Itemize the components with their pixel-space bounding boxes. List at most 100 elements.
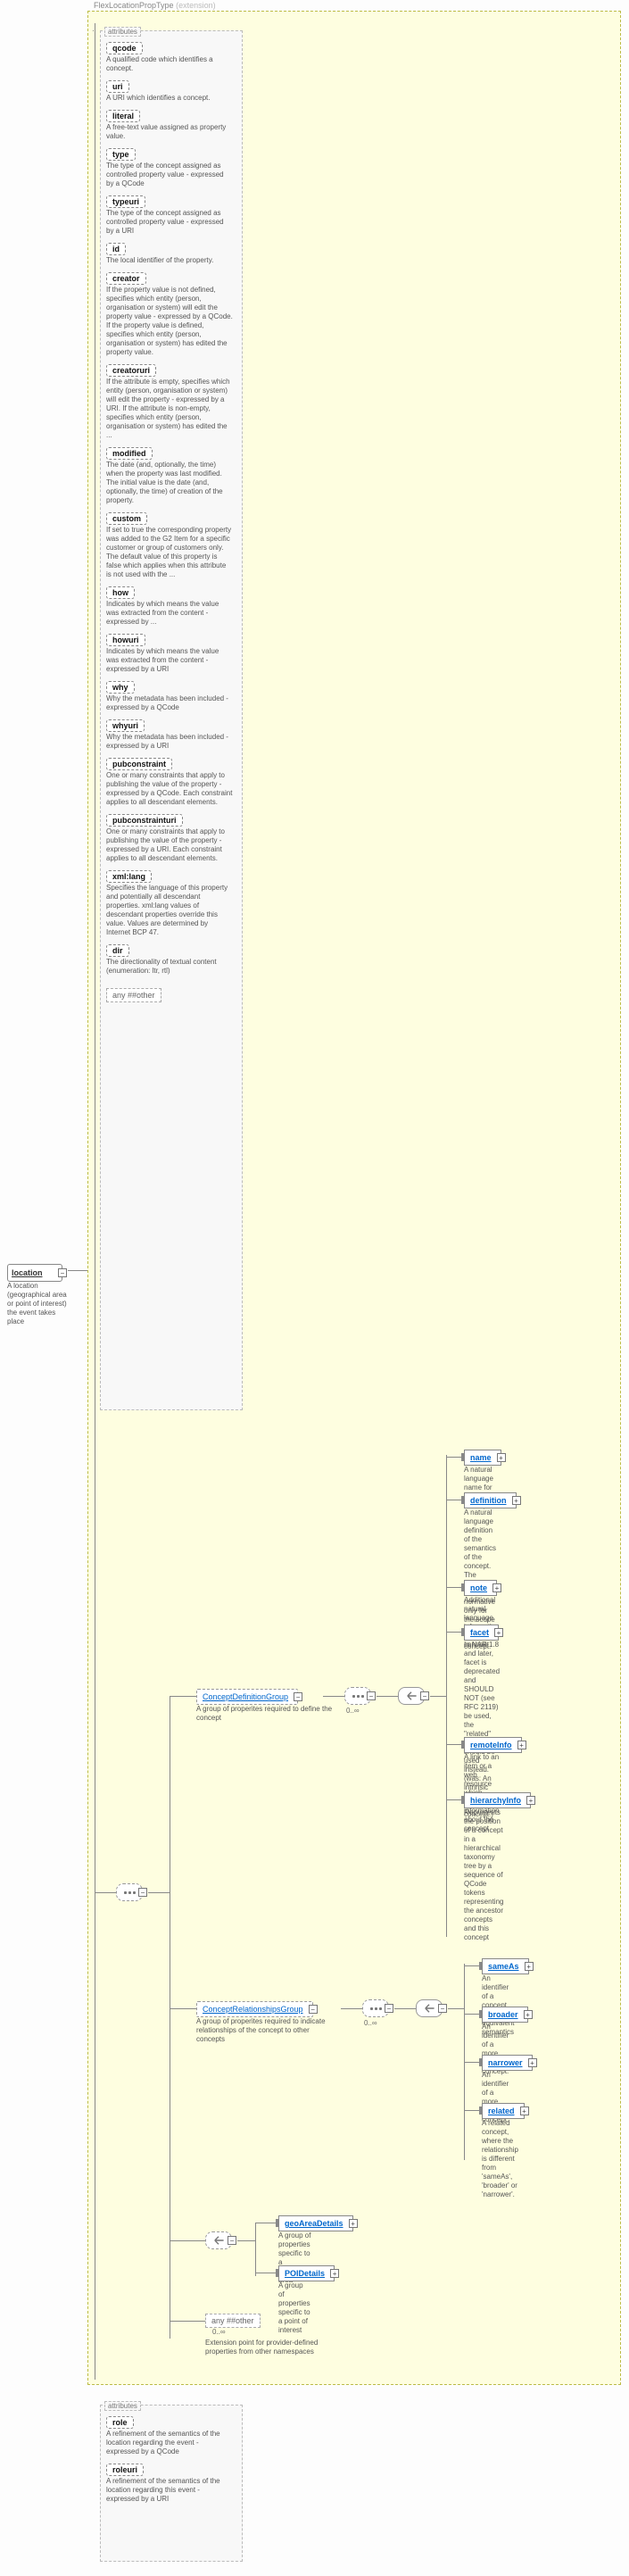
element-geoAreaDetails[interactable]: geoAreaDetails+: [278, 2215, 353, 2231]
expand-toggle[interactable]: +: [525, 1962, 534, 1971]
attribute-desc: Indicates by which means the value was e…: [106, 600, 233, 627]
root-element-location[interactable]: location −: [7, 1264, 62, 1282]
expand-toggle[interactable]: +: [512, 1496, 521, 1505]
attribute-name[interactable]: how: [106, 586, 135, 599]
expand-toggle[interactable]: +: [497, 1453, 506, 1462]
element-label: related: [488, 2107, 515, 2115]
connector: [68, 1270, 87, 1271]
attributes-header: attributes: [104, 27, 141, 37]
choice-compositor-rel[interactable]: −: [416, 1999, 443, 2017]
attributes-block-1: attributes qcodeA qualified code which i…: [100, 30, 243, 1410]
expand-toggle[interactable]: −: [367, 1691, 376, 1700]
attribute-desc: A refinement of the semantics of the loc…: [106, 2430, 233, 2456]
expand-toggle[interactable]: −: [420, 1691, 429, 1700]
connector: [170, 2321, 205, 2322]
attribute-desc: The date (and, optionally, the time) whe…: [106, 461, 233, 505]
attribute-name[interactable]: whyuri: [106, 719, 145, 732]
sequence-compositor-main[interactable]: −: [116, 1883, 143, 1901]
element-sameAs[interactable]: sameAs+: [482, 1958, 529, 1974]
connector: [93, 30, 94, 31]
expand-toggle[interactable]: +: [528, 2058, 537, 2067]
expand-toggle[interactable]: +: [526, 1796, 535, 1805]
attribute-name[interactable]: qcode: [106, 42, 143, 54]
element-label: geoAreaDetails: [285, 2219, 343, 2228]
attribute-name[interactable]: role: [106, 2416, 134, 2429]
attribute-name[interactable]: creator: [106, 272, 146, 285]
group-desc: A group of properites required to indica…: [196, 2017, 335, 2044]
attributes-block-2: attributes roleA refinement of the seman…: [100, 2405, 243, 2562]
attribute-name[interactable]: id: [106, 243, 126, 255]
attribute-name[interactable]: typeuri: [106, 195, 145, 208]
element-narrower[interactable]: narrower+: [482, 2055, 533, 2071]
attribute-name[interactable]: xml:lang: [106, 870, 152, 883]
attribute-name[interactable]: pubconstrainturi: [106, 814, 183, 827]
expand-toggle[interactable]: −: [385, 2004, 393, 2013]
element-facet[interactable]: facet+: [464, 1625, 499, 1641]
attribute-name[interactable]: uri: [106, 80, 129, 93]
expand-toggle[interactable]: +: [494, 1628, 503, 1637]
connector: [323, 1696, 344, 1697]
attribute-name[interactable]: literal: [106, 110, 140, 122]
element-label: name: [470, 1453, 492, 1462]
expand-toggle[interactable]: −: [138, 1888, 147, 1897]
expand-toggle[interactable]: −: [438, 2004, 447, 2013]
attribute-name[interactable]: why: [106, 681, 135, 694]
expand-toggle[interactable]: +: [492, 1583, 501, 1592]
connector: [170, 2240, 205, 2241]
expand-toggle[interactable]: −: [309, 2005, 318, 2014]
choice-compositor-def[interactable]: −: [398, 1687, 425, 1705]
attribute-entry: pubconstraintOne or many constraints tha…: [106, 758, 236, 807]
attribute-desc: If the attribute is empty, specifies whi…: [106, 378, 233, 440]
expand-toggle[interactable]: −: [228, 2236, 236, 2245]
group-ref-concept-definition[interactable]: ConceptDefinitionGroup −: [196, 1689, 298, 1705]
element-hierarchyInfo[interactable]: hierarchyInfo+: [464, 1792, 531, 1808]
element-definition[interactable]: definition+: [464, 1492, 517, 1508]
attribute-entry: whyWhy the metadata has been included - …: [106, 681, 236, 712]
attribute-entry: pubconstrainturiOne or many constraints …: [106, 814, 236, 863]
attribute-desc: A qualified code which identifies a conc…: [106, 55, 233, 73]
expand-toggle[interactable]: +: [517, 1741, 526, 1749]
expand-toggle[interactable]: +: [520, 2107, 529, 2115]
expand-toggle[interactable]: +: [524, 2010, 533, 2019]
element-name[interactable]: name+: [464, 1450, 501, 1466]
choice-compositor-geo[interactable]: −: [205, 2231, 232, 2249]
element-label: POIDetails: [285, 2269, 325, 2278]
element-label: note: [470, 1583, 487, 1592]
attribute-name[interactable]: howuri: [106, 634, 145, 646]
expand-toggle[interactable]: −: [58, 1268, 67, 1277]
element-desc: A related concept, where the relationshi…: [482, 2119, 518, 2199]
attribute-entry: creatorIf the property value is not defi…: [106, 272, 236, 357]
attribute-entry: literalA free-text value assigned as pro…: [106, 110, 236, 141]
element-remoteInfo[interactable]: remoteInfo+: [464, 1737, 522, 1753]
attribute-name[interactable]: modified: [106, 447, 153, 460]
attribute-name[interactable]: dir: [106, 944, 129, 957]
attribute-desc: Specifies the language of this property …: [106, 884, 233, 937]
expand-toggle[interactable]: +: [349, 2219, 358, 2228]
expand-toggle[interactable]: +: [330, 2269, 339, 2278]
connector: [377, 1696, 398, 1697]
attributes-header: attributes: [104, 2401, 141, 2411]
element-related[interactable]: related+: [482, 2103, 525, 2119]
element-POIDetails[interactable]: POIDetails+: [278, 2265, 335, 2281]
expand-toggle[interactable]: −: [294, 1692, 302, 1701]
element-tab-marker: [461, 1453, 464, 1461]
connector: [255, 2223, 256, 2276]
connector: [148, 1892, 170, 1893]
group-ref-concept-relationships[interactable]: ConceptRelationshipsGroup −: [196, 2001, 313, 2017]
attribute-name[interactable]: creatoruri: [106, 364, 156, 377]
attribute-name[interactable]: roleuri: [106, 2464, 144, 2476]
any-other-element: any ##other: [205, 2314, 261, 2328]
attribute-name[interactable]: custom: [106, 512, 147, 525]
element-tab-marker: [276, 2269, 278, 2277]
element-note[interactable]: note+: [464, 1580, 497, 1596]
element-label: sameAs: [488, 1962, 519, 1971]
sequence-compositor-rel[interactable]: −: [362, 1999, 389, 2017]
occur-label: 0..∞: [346, 1707, 360, 1715]
element-tab-marker: [276, 2219, 278, 2227]
element-broader[interactable]: broader+: [482, 2007, 528, 2023]
sequence-compositor-def[interactable]: −: [344, 1687, 371, 1705]
element-label: broader: [488, 2010, 518, 2019]
attribute-name[interactable]: pubconstraint: [106, 758, 172, 770]
choice-icon: [423, 2002, 435, 2015]
attribute-name[interactable]: type: [106, 148, 136, 161]
